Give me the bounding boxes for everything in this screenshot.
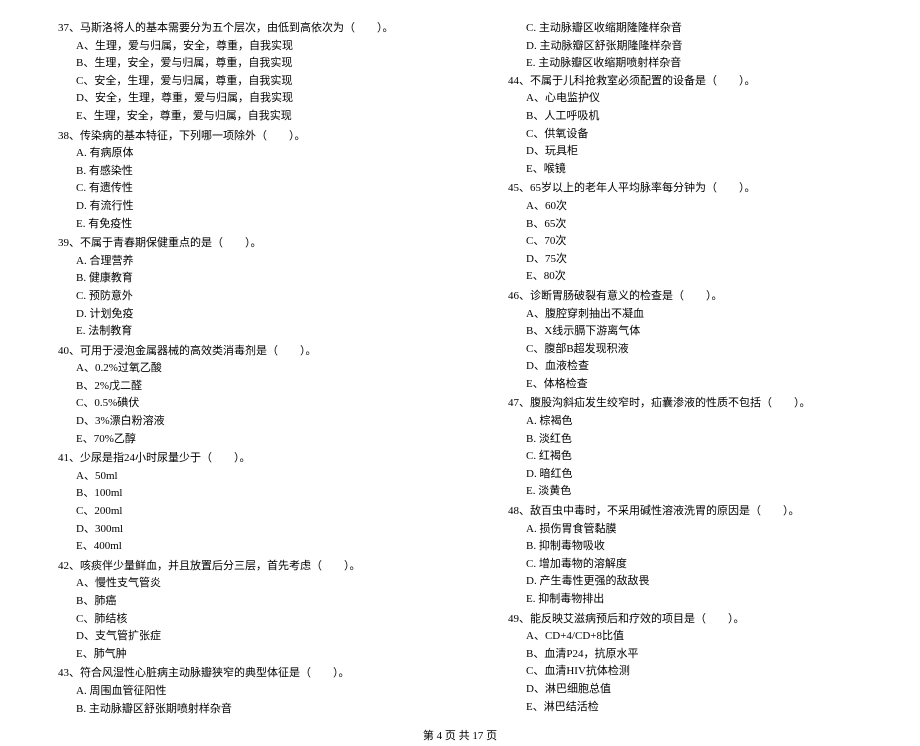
answer-option: A. 有病原体 xyxy=(40,145,430,163)
answer-option: C、70次 xyxy=(490,233,880,251)
question-text: 40、可用于浸泡金属器械的高效类消毒剂是（ ）。 xyxy=(40,343,430,361)
answer-option: A、生理，爱与归属，安全，尊重，自我实现 xyxy=(40,38,430,56)
answer-option: A. 合理营养 xyxy=(40,253,430,271)
answer-option: B、生理，安全，爱与归属，尊重，自我实现 xyxy=(40,55,430,73)
question-block: 38、传染病的基本特征，下列哪一项除外（ ）。A. 有病原体B. 有感染性C. … xyxy=(40,128,430,234)
answer-option: C、200ml xyxy=(40,503,430,521)
question-block: 46、诊断胃肠破裂有意义的检查是（ ）。A、腹腔穿刺抽出不凝血B、X线示膈下游离… xyxy=(490,288,880,394)
question-block: 43、符合风湿性心脏病主动脉瓣狭窄的典型体征是（ ）。A. 周围血管征阳性B. … xyxy=(40,665,430,718)
answer-option: B. 主动脉瓣区舒张期喷射样杂音 xyxy=(40,701,430,719)
answer-option: E、400ml xyxy=(40,538,430,556)
question-text: 46、诊断胃肠破裂有意义的检查是（ ）。 xyxy=(490,288,880,306)
answer-option: E. 法制教育 xyxy=(40,323,430,341)
answer-option: B. 抑制毒物吸收 xyxy=(490,538,880,556)
question-block: 45、65岁以上的老年人平均脉率每分钟为（ ）。A、60次B、65次C、70次D… xyxy=(490,180,880,286)
question-block: 49、能反映艾滋病预后和疗效的项目是（ ）。A、CD+4/CD+8比值B、血清P… xyxy=(490,611,880,717)
answer-option: D. 有流行性 xyxy=(40,198,430,216)
answer-option: D. 主动脉瓣区舒张期隆隆样杂音 xyxy=(490,38,880,56)
answer-option: E. 淡黄色 xyxy=(490,483,880,501)
answer-option: B、血清P24，抗原水平 xyxy=(490,646,880,664)
answer-option: A. 损伤胃食管黏膜 xyxy=(490,521,880,539)
question-text: 44、不属于儿科抢救室必须配置的设备是（ ）。 xyxy=(490,73,880,91)
answer-option: D、3%漂白粉溶液 xyxy=(40,413,430,431)
answer-option: E、喉镜 xyxy=(490,161,880,179)
answer-option: C. 预防意外 xyxy=(40,288,430,306)
answer-option: C、供氧设备 xyxy=(490,126,880,144)
question-text: 41、少尿是指24小时尿量少于（ ）。 xyxy=(40,450,430,468)
answer-option: D、玩具柜 xyxy=(490,143,880,161)
question-block: 44、不属于儿科抢救室必须配置的设备是（ ）。A、心电监护仪B、人工呼吸机C、供… xyxy=(490,73,880,179)
answer-option: E. 主动脉瓣区收缩期喷射样杂音 xyxy=(490,55,880,73)
question-block: 42、咳痰伴少量鲜血，并且放置后分三层，首先考虑（ ）。A、慢性支气管炎B、肺癌… xyxy=(40,558,430,664)
answer-option: C、腹部B超发现积液 xyxy=(490,341,880,359)
answer-option: B、100ml xyxy=(40,485,430,503)
answer-option: C. 有遗传性 xyxy=(40,180,430,198)
answer-option: D. 计划免疫 xyxy=(40,306,430,324)
answer-option: D、淋巴细胞总值 xyxy=(490,681,880,699)
question-block: 37、马斯洛将人的基本需要分为五个层次，由低到高依次为（ ）。A、生理，爱与归属… xyxy=(40,20,430,126)
answer-option: A、心电监护仪 xyxy=(490,90,880,108)
question-text: 37、马斯洛将人的基本需要分为五个层次，由低到高依次为（ ）。 xyxy=(40,20,430,38)
answer-option: C、安全，生理，爱与归属，尊重，自我实现 xyxy=(40,73,430,91)
answer-option: A、CD+4/CD+8比值 xyxy=(490,628,880,646)
answer-option: E、肺气肿 xyxy=(40,646,430,664)
answer-option: A. 周围血管征阳性 xyxy=(40,683,430,701)
question-text: 38、传染病的基本特征，下列哪一项除外（ ）。 xyxy=(40,128,430,146)
question-text: 39、不属于青春期保健重点的是（ ）。 xyxy=(40,235,430,253)
answer-option: C、0.5%碘伏 xyxy=(40,395,430,413)
question-block: 40、可用于浸泡金属器械的高效类消毒剂是（ ）。A、0.2%过氧乙酸B、2%戊二… xyxy=(40,343,430,449)
question-text: 45、65岁以上的老年人平均脉率每分钟为（ ）。 xyxy=(490,180,880,198)
answer-option: A、慢性支气管炎 xyxy=(40,575,430,593)
question-text: 43、符合风湿性心脏病主动脉瓣狭窄的典型体征是（ ）。 xyxy=(40,665,430,683)
answer-option: C、血清HIV抗体检测 xyxy=(490,663,880,681)
answer-option: E. 抑制毒物排出 xyxy=(490,591,880,609)
question-block: 47、腹股沟斜疝发生绞窄时，疝囊渗液的性质不包括（ ）。A. 棕褐色B. 淡红色… xyxy=(490,395,880,501)
answer-option: B、65次 xyxy=(490,216,880,234)
question-text: 42、咳痰伴少量鲜血，并且放置后分三层，首先考虑（ ）。 xyxy=(40,558,430,576)
answer-option: B、人工呼吸机 xyxy=(490,108,880,126)
answer-option: D. 暗红色 xyxy=(490,466,880,484)
answer-option: B. 健康教育 xyxy=(40,270,430,288)
answer-option: C. 红褐色 xyxy=(490,448,880,466)
answer-option: E、生理，安全，尊重，爱与归属，自我实现 xyxy=(40,108,430,126)
answer-option: D、安全，生理，尊重，爱与归属，自我实现 xyxy=(40,90,430,108)
answer-option: D. 产生毒性更强的敌敌畏 xyxy=(490,573,880,591)
answer-option: C、肺结核 xyxy=(40,611,430,629)
answer-option: B. 有感染性 xyxy=(40,163,430,181)
question-block: 48、敌百虫中毒时，不采用碱性溶液洗胃的原因是（ ）。A. 损伤胃食管黏膜B. … xyxy=(490,503,880,609)
question-text: 49、能反映艾滋病预后和疗效的项目是（ ）。 xyxy=(490,611,880,629)
answer-option: B、2%戊二醛 xyxy=(40,378,430,396)
question-block: 39、不属于青春期保健重点的是（ ）。A. 合理营养B. 健康教育C. 预防意外… xyxy=(40,235,430,341)
answer-option: B. 淡红色 xyxy=(490,431,880,449)
question-text: 47、腹股沟斜疝发生绞窄时，疝囊渗液的性质不包括（ ）。 xyxy=(490,395,880,413)
answer-option: E、淋巴结活检 xyxy=(490,699,880,717)
answer-option: A、50ml xyxy=(40,468,430,486)
answer-option: A、腹腔穿刺抽出不凝血 xyxy=(490,306,880,324)
answer-option: E. 有免疫性 xyxy=(40,216,430,234)
page-footer: 第 4 页 共 17 页 xyxy=(40,728,880,746)
answer-option: D、300ml xyxy=(40,521,430,539)
answer-option: E、体格检查 xyxy=(490,376,880,394)
answer-option: A. 棕褐色 xyxy=(490,413,880,431)
answer-option: E、70%乙醇 xyxy=(40,431,430,449)
answer-option: A、0.2%过氧乙酸 xyxy=(40,360,430,378)
answer-option: A、60次 xyxy=(490,198,880,216)
answer-option: B、肺癌 xyxy=(40,593,430,611)
answer-option: C. 增加毒物的溶解度 xyxy=(490,556,880,574)
answer-option: D、支气管扩张症 xyxy=(40,628,430,646)
question-text: 48、敌百虫中毒时，不采用碱性溶液洗胃的原因是（ ）。 xyxy=(490,503,880,521)
answer-option: E、80次 xyxy=(490,268,880,286)
answer-option: C. 主动脉瓣区收缩期隆隆样杂音 xyxy=(490,20,880,38)
answer-option: D、血液检查 xyxy=(490,358,880,376)
answer-option: D、75次 xyxy=(490,251,880,269)
question-block: 41、少尿是指24小时尿量少于（ ）。A、50mlB、100mlC、200mlD… xyxy=(40,450,430,556)
answer-option: B、X线示膈下游离气体 xyxy=(490,323,880,341)
